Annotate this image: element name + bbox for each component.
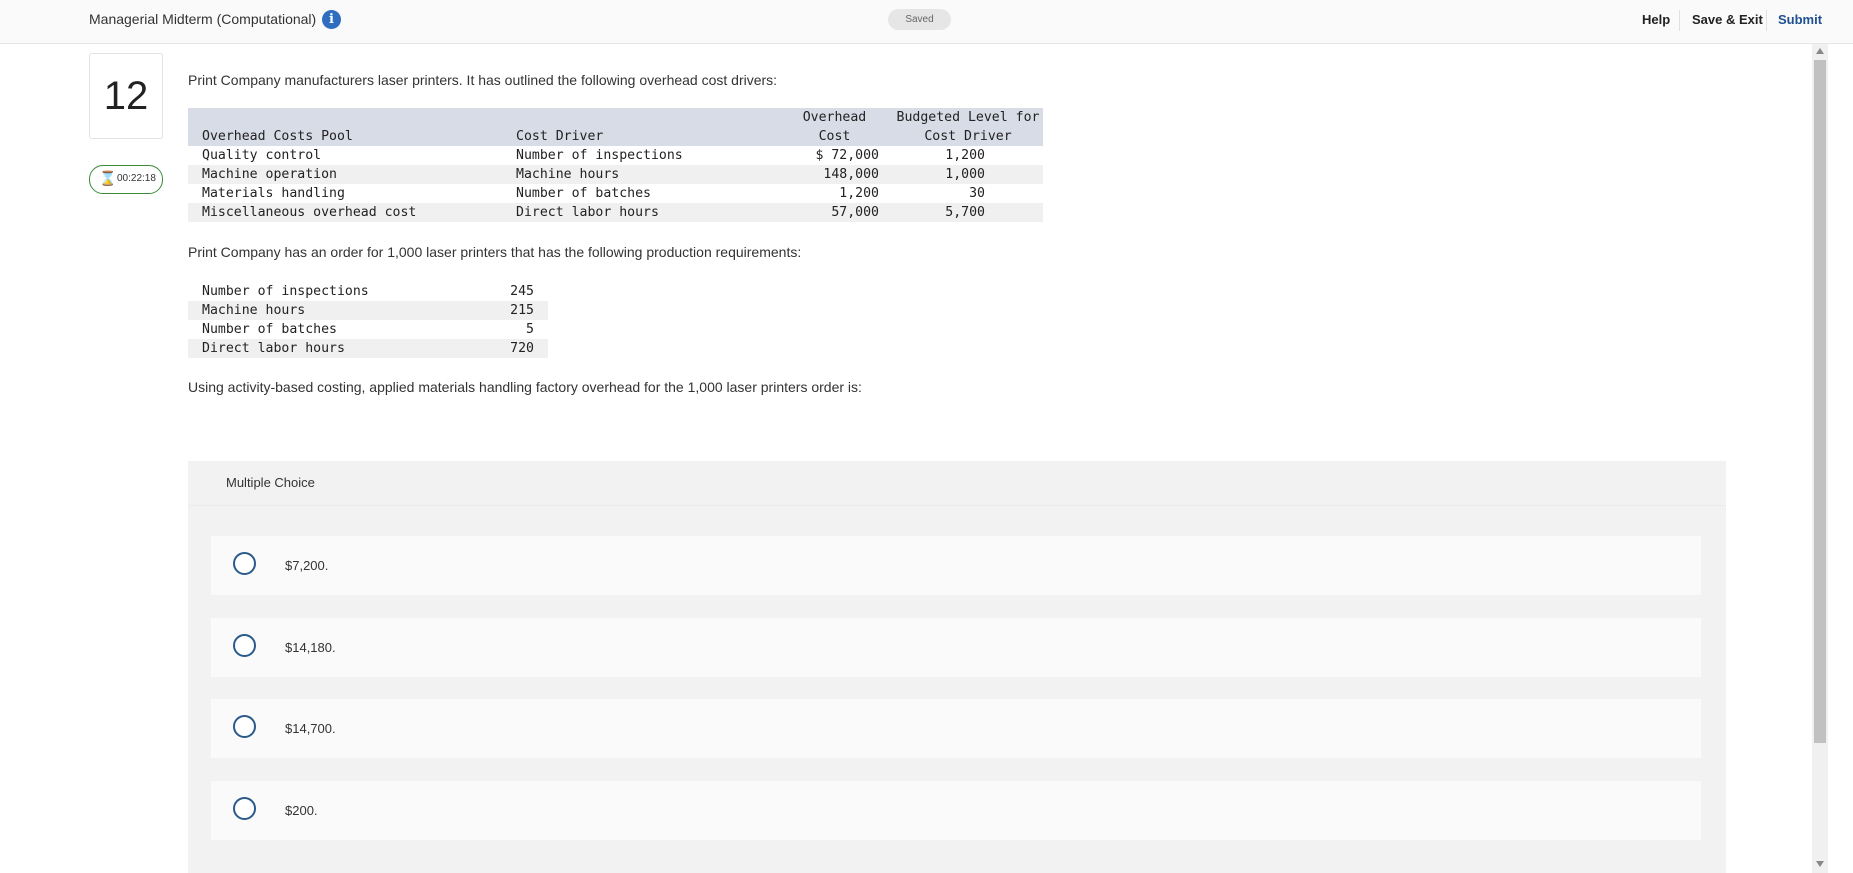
cell-pool: Machine operation xyxy=(188,165,516,184)
choice-option[interactable]: $14,700. xyxy=(211,699,1701,758)
cell-label: Number of inspections xyxy=(202,284,369,299)
column-header-driver: Cost Driver xyxy=(516,108,776,146)
table-row: Materials handling Number of batches 1,2… xyxy=(188,184,1043,203)
cell-driver: Number of inspections xyxy=(516,148,683,163)
table-row: Machine operation Machine hours 148,000 … xyxy=(188,165,1043,184)
cell-value: 215 xyxy=(502,301,548,320)
cell-level: 30 xyxy=(969,186,985,201)
top-bar: Managerial Midterm (Computational) i Sav… xyxy=(0,0,1853,44)
help-link[interactable]: Help xyxy=(1642,12,1670,27)
timer-badge[interactable]: ⌛ 00:22:18 xyxy=(89,165,163,194)
multiple-choice-panel: Multiple Choice $7,200. $14,180. $14,700… xyxy=(188,461,1726,873)
cell-value: 5 xyxy=(526,322,534,337)
cell-label: Number of batches xyxy=(202,322,337,337)
hourglass-icon: ⌛ xyxy=(99,170,117,186)
column-header-level: Budgeted Level for Cost Driver xyxy=(893,108,1043,146)
radio-button[interactable] xyxy=(233,634,256,657)
column-header-cost: Overhead Cost xyxy=(776,108,893,146)
choice-label: $14,180. xyxy=(285,640,336,655)
choice-label: $200. xyxy=(285,803,318,818)
vertical-scrollbar[interactable] xyxy=(1812,44,1828,873)
table-row: Quality control Number of inspections $ … xyxy=(188,146,1043,165)
cell-level: 1,200 xyxy=(945,148,985,163)
choice-option[interactable]: $14,180. xyxy=(211,618,1701,677)
multiple-choice-label: Multiple Choice xyxy=(226,475,315,490)
cell-pool: Materials handling xyxy=(202,186,345,201)
submit-link[interactable]: Submit xyxy=(1778,12,1822,27)
cell-level: 1,000 xyxy=(893,165,1043,184)
question-intro: Print Company manufacturers laser printe… xyxy=(188,72,778,88)
cell-cost: 57,000 xyxy=(776,203,893,222)
table-header-row: Overhead Costs Pool Cost Driver Overhead… xyxy=(188,108,1043,146)
table-row: Direct labor hours 720 xyxy=(188,339,548,358)
column-header-pool: Overhead Costs Pool xyxy=(188,108,516,146)
cell-value: 720 xyxy=(502,339,548,358)
table-row: Number of inspections 245 xyxy=(188,282,548,301)
saved-status-badge: Saved xyxy=(888,9,951,30)
cell-level: 5,700 xyxy=(893,203,1043,222)
cell-label: Machine hours xyxy=(188,301,502,320)
overhead-cost-table: Overhead Costs Pool Cost Driver Overhead… xyxy=(188,108,1043,222)
requirements-table: Number of inspections 245 Machine hours … xyxy=(188,282,548,358)
info-icon[interactable]: i xyxy=(322,10,341,29)
cell-driver: Machine hours xyxy=(516,165,776,184)
divider xyxy=(188,505,1726,506)
order-text: Print Company has an order for 1,000 las… xyxy=(188,244,802,260)
question-number: 12 xyxy=(89,53,163,139)
cell-cost: 1,200 xyxy=(839,186,879,201)
cell-cost: $ 72,000 xyxy=(815,148,879,163)
question-prompt: Using activity-based costing, applied ma… xyxy=(188,379,862,395)
choice-label: $14,700. xyxy=(285,721,336,736)
table-row: Miscellaneous overhead cost Direct labor… xyxy=(188,203,1043,222)
nav-divider xyxy=(1766,10,1767,31)
choice-label: $7,200. xyxy=(285,558,329,573)
cell-value: 245 xyxy=(510,284,534,299)
timer-text: 00:22:18 xyxy=(117,173,156,184)
exam-title: Managerial Midterm (Computational) xyxy=(89,11,317,27)
choice-option[interactable]: $7,200. xyxy=(211,536,1701,595)
cell-label: Direct labor hours xyxy=(188,339,502,358)
choice-option[interactable]: $200. xyxy=(211,781,1701,840)
cell-cost: 148,000 xyxy=(776,165,893,184)
table-row: Machine hours 215 xyxy=(188,301,548,320)
scroll-down-arrow-icon[interactable] xyxy=(1816,861,1824,867)
radio-button[interactable] xyxy=(233,715,256,738)
cell-pool: Quality control xyxy=(202,148,322,163)
cell-driver: Direct labor hours xyxy=(516,203,776,222)
scroll-up-arrow-icon[interactable] xyxy=(1816,48,1824,54)
radio-button[interactable] xyxy=(233,552,256,575)
table-row: Number of batches 5 xyxy=(188,320,548,339)
cell-pool: Miscellaneous overhead cost xyxy=(188,203,516,222)
nav-divider xyxy=(1679,10,1680,31)
save-exit-link[interactable]: Save & Exit xyxy=(1692,12,1763,27)
scrollbar-thumb[interactable] xyxy=(1814,60,1826,743)
radio-button[interactable] xyxy=(233,797,256,820)
cell-driver: Number of batches xyxy=(516,186,651,201)
